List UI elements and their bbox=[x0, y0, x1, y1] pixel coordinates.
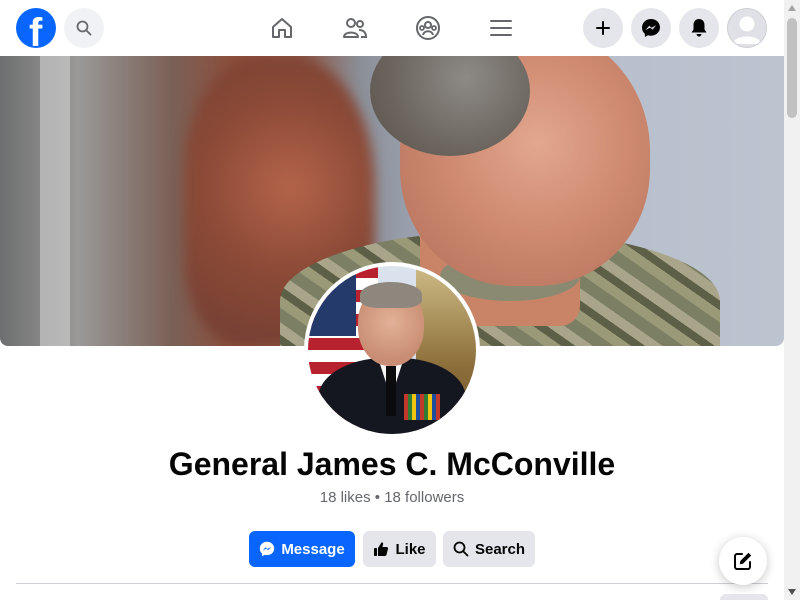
nav-menu[interactable] bbox=[485, 12, 517, 44]
friends-icon bbox=[343, 18, 368, 38]
medal-ribbons bbox=[404, 394, 440, 420]
new-message-button[interactable] bbox=[719, 537, 767, 585]
arrow-up-icon bbox=[788, 5, 796, 11]
search-button-label: Search bbox=[474, 540, 526, 558]
page-scrollbar[interactable] bbox=[784, 0, 800, 600]
logo-letter: f bbox=[29, 11, 43, 48]
home-icon bbox=[272, 18, 292, 38]
profile-photo bbox=[308, 266, 476, 434]
compose-icon bbox=[734, 552, 752, 570]
notifications-button[interactable] bbox=[679, 8, 719, 48]
profile-picture[interactable] bbox=[304, 262, 480, 438]
nav-friends[interactable] bbox=[339, 12, 371, 44]
message-button-label: Message bbox=[281, 540, 345, 558]
scroll-up-arrow[interactable] bbox=[784, 0, 800, 16]
create-button[interactable] bbox=[583, 8, 623, 48]
like-button[interactable]: Like bbox=[363, 531, 436, 567]
account-avatar[interactable] bbox=[727, 8, 767, 48]
cover-background-pole bbox=[40, 56, 70, 346]
message-button[interactable]: Message bbox=[249, 531, 355, 567]
necktie bbox=[386, 366, 396, 416]
messenger-icon bbox=[642, 19, 660, 37]
page-stats[interactable]: 18 likes • 18 followers bbox=[0, 488, 784, 508]
like-button-label: Like bbox=[395, 540, 426, 558]
thumbs-up-icon bbox=[374, 542, 389, 556]
avatar-icon bbox=[733, 16, 761, 44]
top-navigation-bar: f bbox=[0, 0, 784, 56]
messenger-icon bbox=[260, 541, 275, 557]
plus-icon bbox=[596, 21, 610, 35]
section-divider bbox=[16, 583, 768, 584]
messenger-button[interactable] bbox=[631, 8, 671, 48]
bell-icon bbox=[691, 19, 707, 37]
search-icon bbox=[453, 541, 469, 557]
arrow-down-icon bbox=[788, 589, 796, 595]
nav-groups[interactable] bbox=[412, 12, 444, 44]
scrollbar-thumb[interactable] bbox=[787, 18, 797, 118]
page-name: General James C. McConville bbox=[168, 446, 616, 482]
search-icon bbox=[76, 20, 92, 36]
portrait-hair bbox=[360, 282, 422, 308]
nav-home[interactable] bbox=[266, 12, 298, 44]
page-search-button[interactable]: Search bbox=[443, 531, 535, 567]
groups-icon bbox=[416, 16, 440, 40]
hamburger-menu-icon bbox=[490, 20, 512, 36]
scroll-down-arrow[interactable] bbox=[784, 584, 800, 600]
flag-canton bbox=[308, 266, 356, 336]
more-tab-peek[interactable] bbox=[720, 594, 768, 600]
search-button[interactable] bbox=[64, 8, 104, 48]
facebook-logo[interactable]: f bbox=[16, 8, 56, 48]
